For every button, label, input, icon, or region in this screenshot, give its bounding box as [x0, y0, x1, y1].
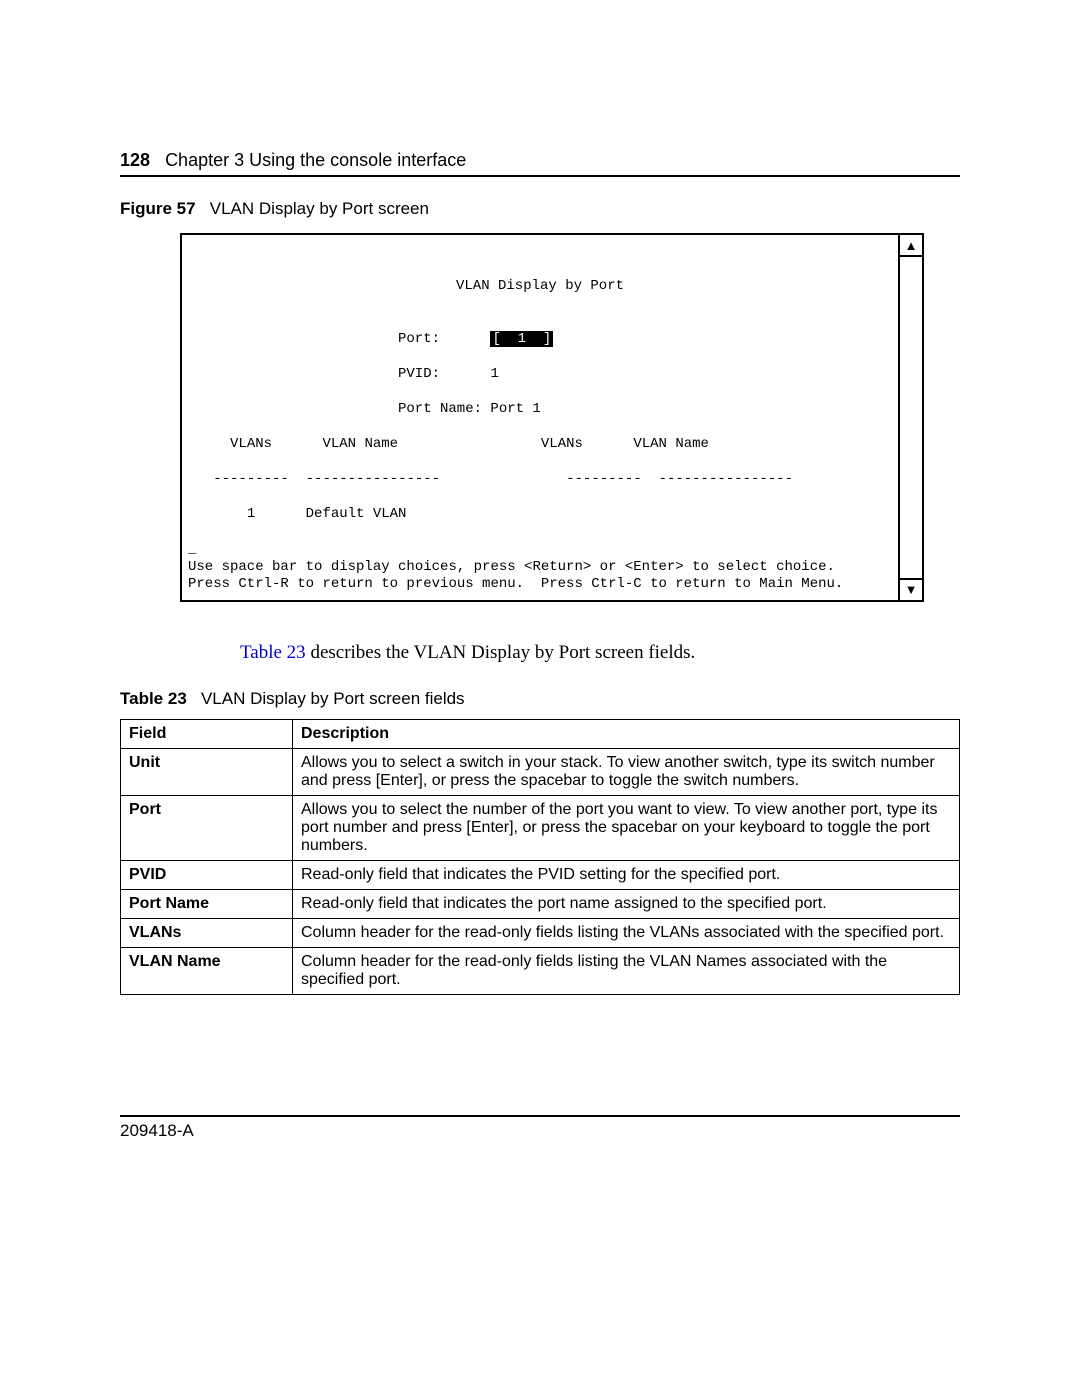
scrollbar[interactable]: ▲ ▼ [898, 233, 924, 602]
col-vlans-1: VLANs [230, 436, 272, 452]
dash-1: --------- [213, 471, 289, 487]
body-rest: describes the VLAN Display by Port scree… [306, 642, 696, 663]
pvid-label: PVID: [398, 366, 440, 382]
th-field: Field [121, 719, 293, 748]
table-row: PVID Read-only field that indicates the … [121, 860, 960, 889]
table-row: VLAN Name Column header for the read-onl… [121, 947, 960, 994]
scroll-down-icon[interactable]: ▼ [900, 578, 922, 600]
scroll-thumb[interactable] [900, 255, 922, 277]
field-desc: Allows you to select a switch in your st… [293, 748, 960, 795]
crossref-link[interactable]: Table 23 [240, 642, 306, 663]
field-desc: Allows you to select the number of the p… [293, 795, 960, 860]
terminal-footer-line2: Press Ctrl-R to return to previous menu.… [188, 576, 843, 592]
field-name: Port Name [121, 889, 293, 918]
fields-table: Field Description Unit Allows you to sel… [120, 719, 960, 995]
figure-title: VLAN Display by Port screen [210, 199, 429, 218]
pvid-value: 1 [490, 366, 498, 382]
table-caption: Table 23 VLAN Display by Port screen fie… [120, 689, 960, 709]
field-desc: Read-only field that indicates the port … [293, 889, 960, 918]
terminal-footer: _ Use space bar to display choices, pres… [188, 541, 892, 594]
field-desc: Read-only field that indicates the PVID … [293, 860, 960, 889]
scroll-up-icon[interactable]: ▲ [900, 235, 922, 255]
th-desc: Description [293, 719, 960, 748]
figure-label: Figure 57 [120, 199, 196, 218]
terminal-footer-line1: Use space bar to display choices, press … [188, 559, 835, 575]
col-vlanname-2: VLAN Name [633, 436, 709, 452]
table-row: Port Name Read-only field that indicates… [121, 889, 960, 918]
portname-label: Port Name: [398, 401, 482, 417]
terminal-screenshot: VLAN Display by Port Port: [ 1 ] PVID: 1… [180, 233, 900, 602]
field-desc: Column header for the read-only fields l… [293, 947, 960, 994]
dash-3: --------- [566, 471, 642, 487]
field-name: VLAN Name [121, 947, 293, 994]
row-vlan: 1 [247, 506, 255, 522]
figure-caption: Figure 57 VLAN Display by Port screen [120, 199, 960, 219]
doc-id: 209418-A [120, 1121, 194, 1140]
portname-value: Port 1 [490, 401, 540, 417]
table-row: Unit Allows you to select a switch in yo… [121, 748, 960, 795]
field-name: VLANs [121, 918, 293, 947]
field-name: PVID [121, 860, 293, 889]
page-number: 128 [120, 150, 150, 170]
body-paragraph: Table 23 describes the VLAN Display by P… [240, 642, 960, 664]
field-name: Unit [121, 748, 293, 795]
table-row: Port Allows you to select the number of … [121, 795, 960, 860]
page-header: 128 Chapter 3 Using the console interfac… [120, 150, 960, 177]
col-vlans-2: VLANs [541, 436, 583, 452]
port-label: Port: [398, 331, 440, 347]
col-vlanname-1: VLAN Name [322, 436, 398, 452]
page-footer: 209418-A [120, 1115, 960, 1141]
field-name: Port [121, 795, 293, 860]
dash-2: ---------------- [306, 471, 440, 487]
dash-4: ---------------- [659, 471, 793, 487]
chapter-text: Chapter 3 Using the console interface [165, 150, 466, 170]
table-title: VLAN Display by Port screen fields [201, 689, 465, 708]
port-value: [ 1 ] [490, 331, 553, 347]
table-row: VLANs Column header for the read-only fi… [121, 918, 960, 947]
terminal-title: VLAN Display by Port [188, 278, 892, 296]
row-name: Default VLAN [306, 506, 407, 522]
table-label: Table 23 [120, 689, 187, 708]
field-desc: Column header for the read-only fields l… [293, 918, 960, 947]
